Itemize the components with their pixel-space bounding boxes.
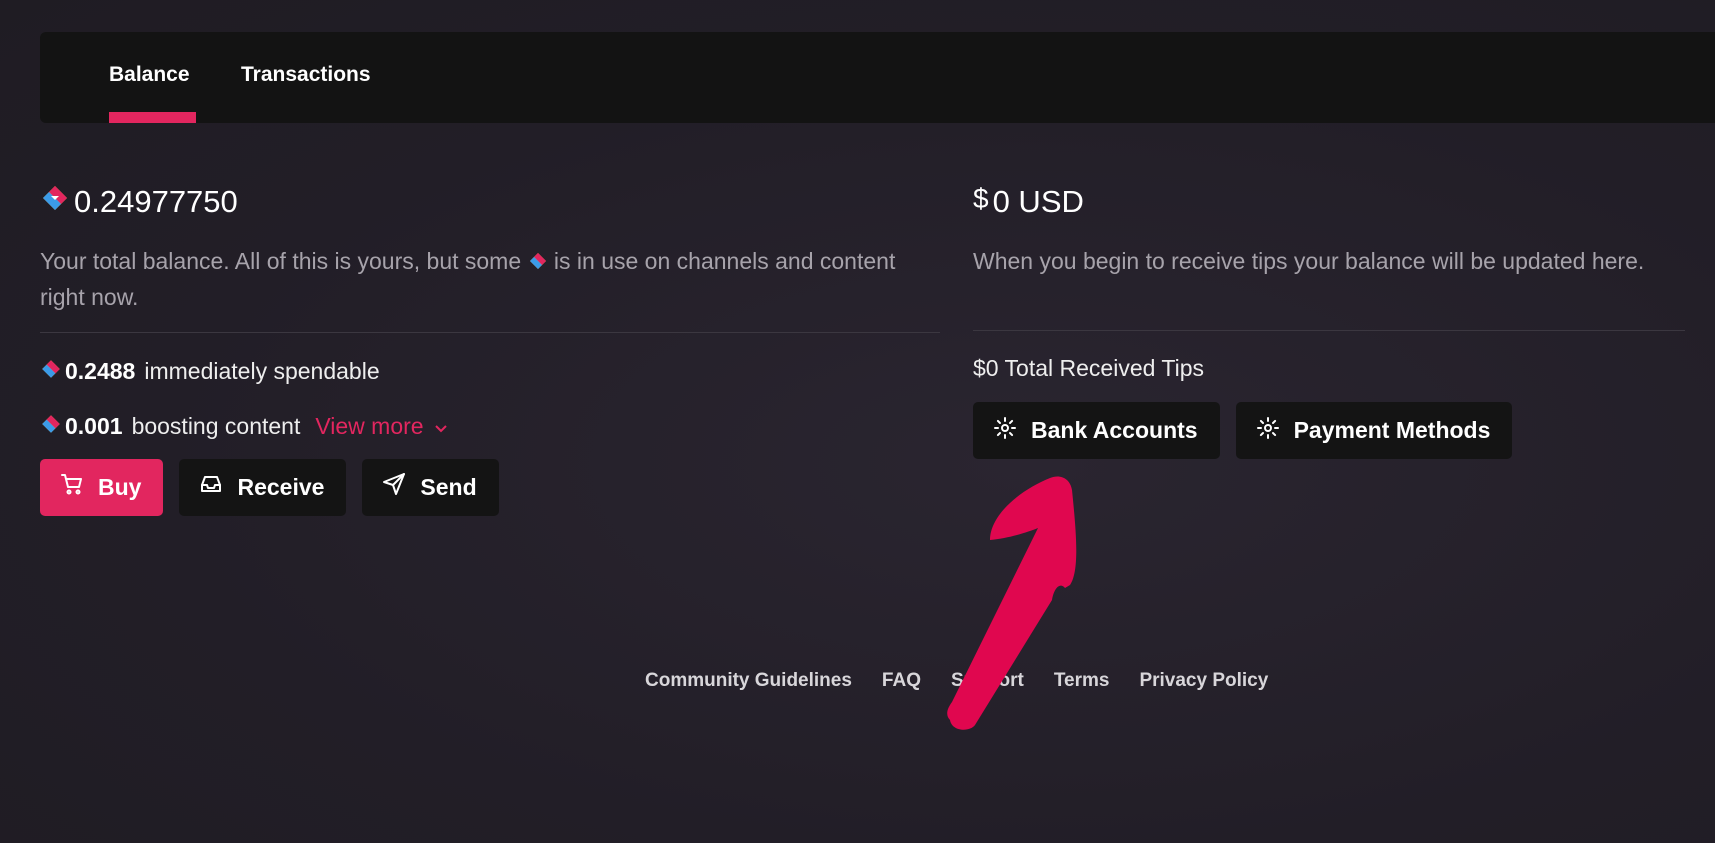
buy-label: Buy [98,473,142,500]
buy-button[interactable]: Buy [40,458,164,516]
dollar-icon: $ [973,183,989,214]
footer-link-faq[interactable]: FAQ [882,670,921,692]
view-more-label: View more [315,413,424,440]
divider [40,331,940,333]
inbox-icon [199,472,223,502]
total-received-tips: $0 Total Received Tips [973,355,1204,381]
gear-icon [993,416,1017,446]
usd-balance: $ 0 USD [973,180,1685,224]
payment-methods-button[interactable]: Payment Methods [1235,402,1513,459]
wallet-tab-bar: Balance Transactions [40,32,1715,123]
lbc-credits-icon [40,413,62,441]
spendable-line: 0.2488 immediately spendable [40,358,940,386]
lbc-balance: 0.24977750 [40,180,940,224]
lbc-credits-icon [40,183,70,221]
lbc-credits-icon [40,358,62,386]
gear-icon [1256,416,1280,446]
receive-button[interactable]: Receive [179,458,347,516]
boosting-line: 0.001 boosting content View more [40,413,940,441]
spendable-value: 0.2488 [65,358,136,385]
view-more-link[interactable]: View more [315,413,447,440]
annotation-arrow [930,470,1110,745]
lbc-balance-section: 0.24977750 Your total balance. All of th… [40,180,940,516]
lbc-balance-description: Your total balance. All of this is yours… [40,244,940,314]
footer-link-privacy-policy[interactable]: Privacy Policy [1139,670,1268,692]
usd-balance-section: $ 0 USD When you begin to receive tips y… [973,180,1685,459]
active-tab-indicator [109,112,196,123]
send-icon [382,472,406,502]
divider [973,330,1685,331]
usd-balance-value: 0 USD [992,184,1084,219]
receive-label: Receive [237,473,325,500]
description-text-start: Your total balance. All of this is yours… [40,248,522,274]
tab-balance[interactable]: Balance [109,32,190,123]
boosting-value: 0.001 [65,413,123,440]
payment-methods-label: Payment Methods [1293,417,1491,443]
tab-transactions[interactable]: Transactions [241,32,371,123]
spendable-label: immediately spendable [144,358,380,385]
cart-icon [60,472,84,502]
lbc-balance-value: 0.24977750 [74,184,238,219]
footer-link-community-guidelines[interactable]: Community Guidelines [645,670,852,692]
chevron-down-icon [434,413,448,440]
send-label: Send [420,473,477,500]
boosting-label: boosting content [131,413,301,440]
usd-balance-description: When you begin to receive tips your bala… [973,248,1645,274]
send-button[interactable]: Send [362,458,499,516]
bank-accounts-button[interactable]: Bank Accounts [973,402,1220,459]
lbc-credits-icon [528,246,548,280]
bank-accounts-label: Bank Accounts [1031,417,1198,443]
